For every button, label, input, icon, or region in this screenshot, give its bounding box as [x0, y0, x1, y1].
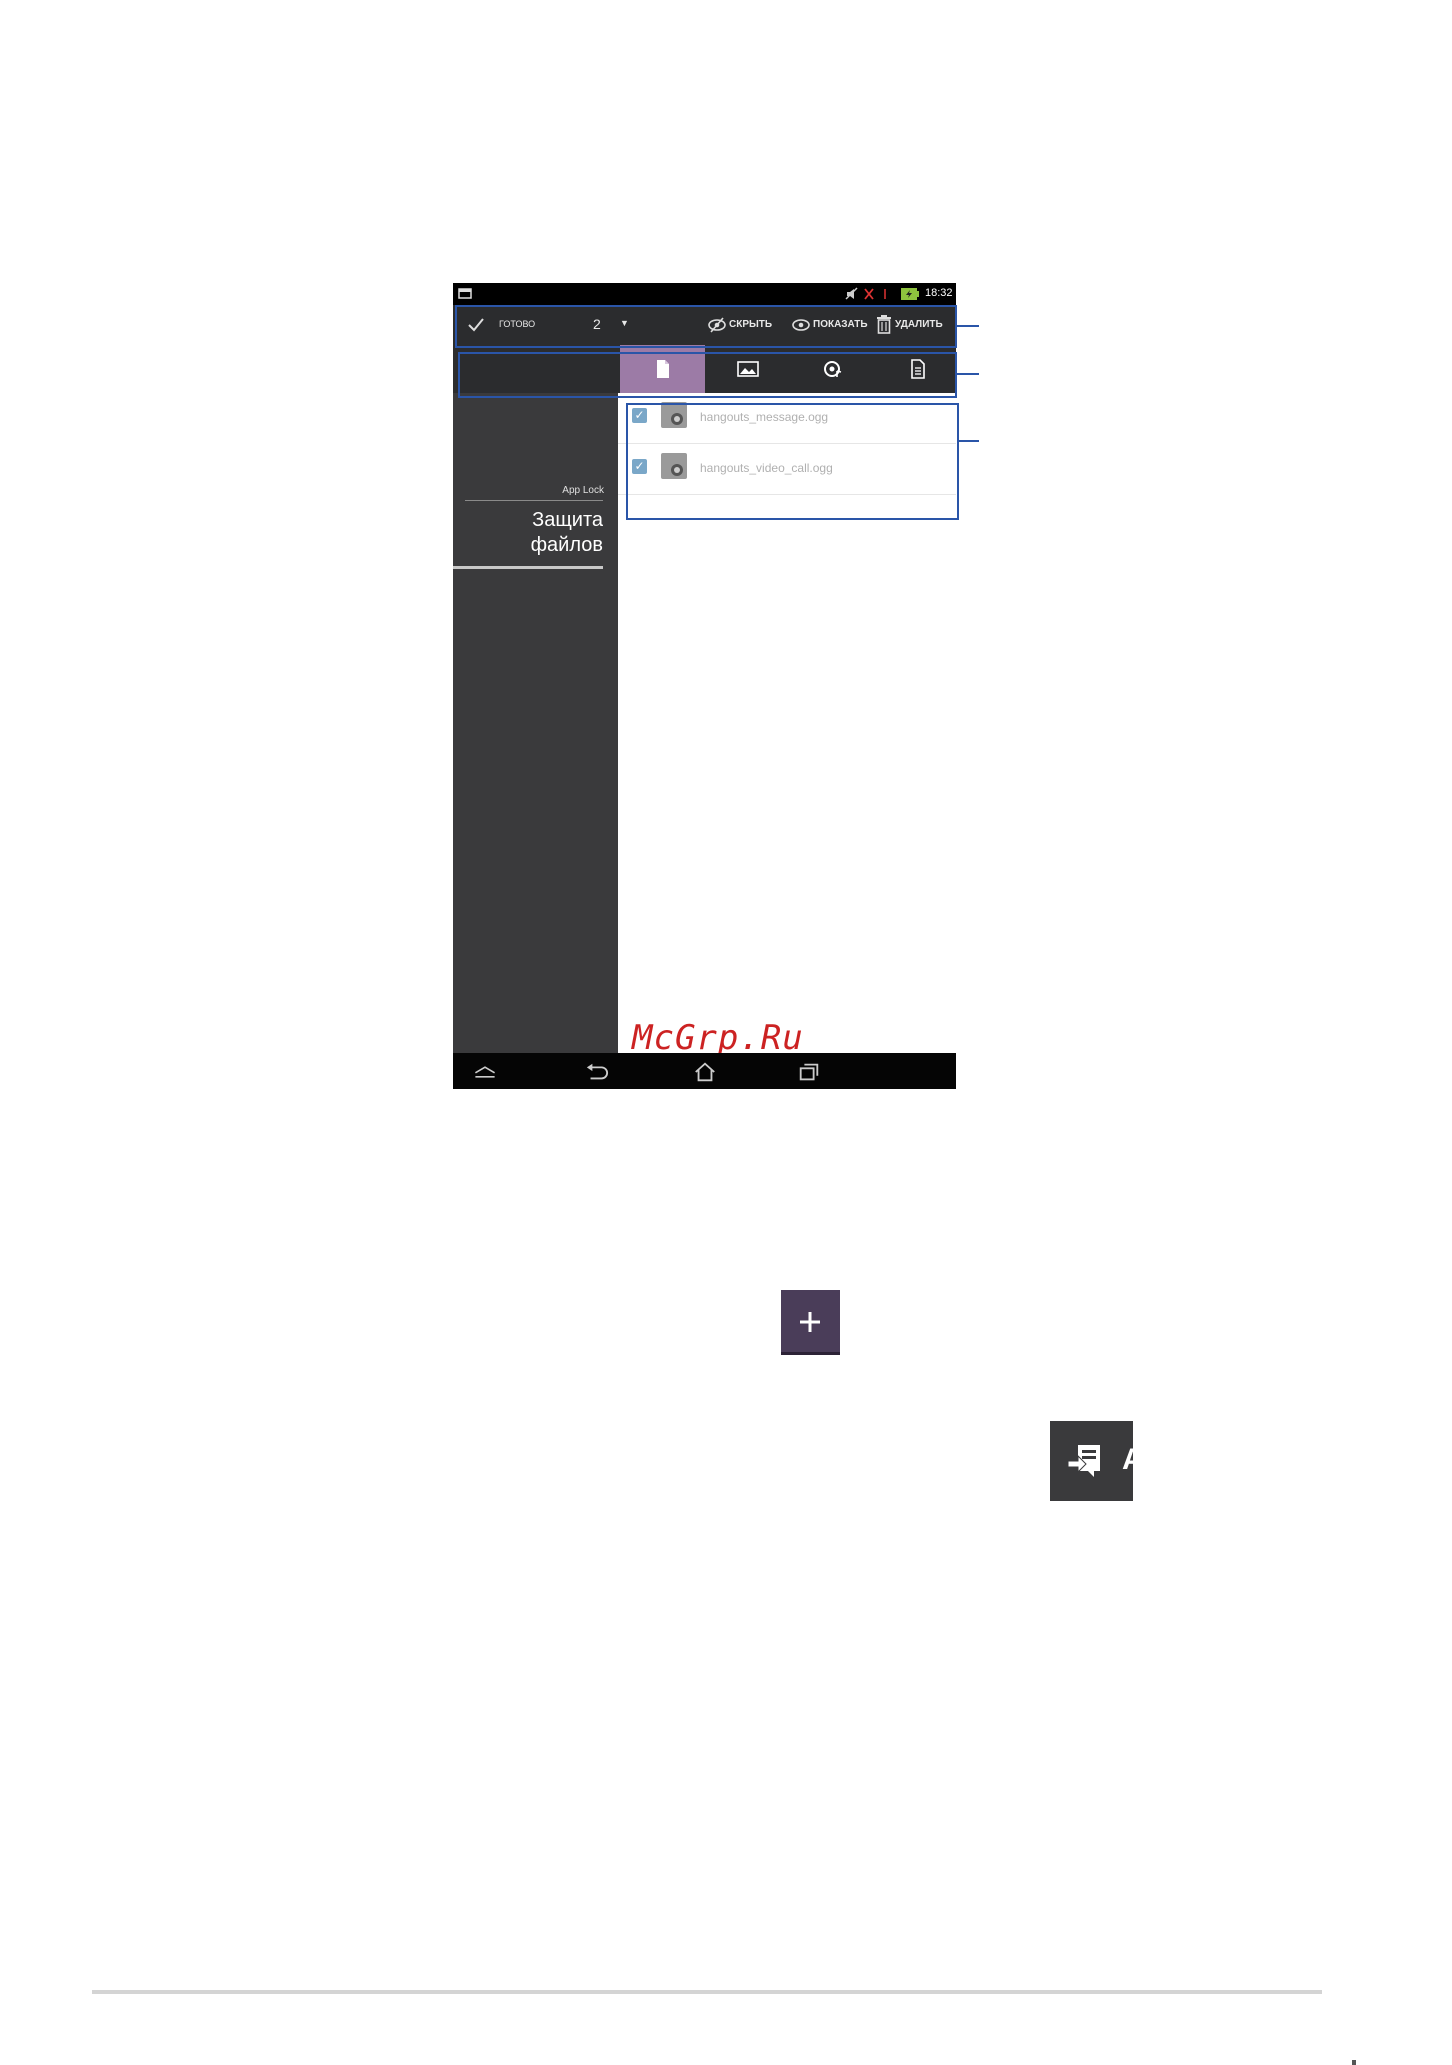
- sidebar-active-underline: [453, 566, 603, 569]
- plus-icon: [800, 1312, 820, 1332]
- mute-icon: [845, 287, 858, 300]
- footer-rule: [92, 1990, 1322, 1994]
- action-bar-highlight: [455, 305, 957, 348]
- move-to-label-fragment: A: [1122, 1443, 1133, 1476]
- sidebar-app-name: App Lock: [562, 485, 604, 496]
- status-time: 18:32: [925, 287, 953, 299]
- status-bar: 18:32: [453, 283, 956, 305]
- tab-bar-callout-line: [957, 373, 979, 375]
- action-bar-callout-line: [957, 325, 979, 327]
- battery-icon: [901, 288, 919, 300]
- no-signal-icon: [864, 288, 874, 300]
- app-switcher-up-icon[interactable]: [473, 1061, 497, 1083]
- back-icon[interactable]: [585, 1061, 609, 1083]
- page-edge-tick: [1352, 2060, 1356, 2065]
- file-list-highlight: [626, 403, 959, 520]
- wifi-off-icon: [884, 289, 886, 299]
- watermark: McGrp.Ru: [632, 1018, 804, 1058]
- file-list-callout-line: [959, 440, 979, 442]
- move-to-icon: [1067, 1445, 1100, 1477]
- home-icon[interactable]: [693, 1061, 717, 1083]
- navigation-bar: [453, 1053, 956, 1089]
- sidebar-item-file-protection[interactable]: Защита файлов: [453, 503, 603, 565]
- recent-apps-icon[interactable]: [797, 1061, 821, 1083]
- sidebar-item-title-line2: файлов: [530, 534, 603, 556]
- tab-bar-highlight: [458, 352, 957, 398]
- add-button[interactable]: [781, 1290, 840, 1355]
- notification-icon: [458, 288, 472, 299]
- sidebar: App Lock Защита файлов: [453, 393, 618, 1053]
- sidebar-item-title-line1: Защита: [532, 509, 603, 531]
- sidebar-divider: [465, 500, 603, 501]
- move-to-button[interactable]: A: [1050, 1421, 1133, 1501]
